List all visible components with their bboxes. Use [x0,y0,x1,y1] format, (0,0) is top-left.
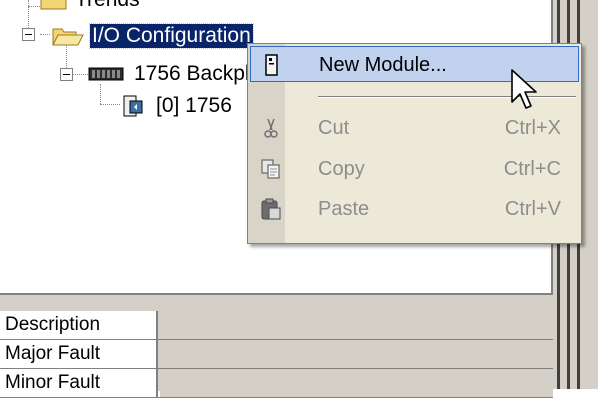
paste-icon [261,198,281,220]
collapse-toggle[interactable] [22,28,35,41]
menu-item-copy[interactable]: Copy Ctrl+C [250,151,579,187]
collapse-toggle[interactable] [60,68,73,81]
folder-open-icon [52,28,84,46]
menu-item-shortcut: Ctrl+C [503,158,561,180]
property-row-description[interactable]: Description [0,311,553,340]
tree-item-label: Trends [75,0,140,12]
menu-item-shortcut: Ctrl+V [504,198,561,220]
mouse-pointer-icon [511,69,537,109]
menu-item-paste[interactable]: Paste Ctrl+V [250,191,579,227]
menu-item-label: Paste [318,198,370,220]
folder-icon [40,0,67,9]
property-name: Major Fault [0,340,158,368]
module-icon [123,95,143,117]
menu-item-label: New Module... [319,54,447,76]
tree-item-label: [0] 1756 [156,94,232,117]
properties-grid: Description Major Fault Minor Fault [0,293,553,398]
property-value[interactable] [160,369,553,397]
tree-connector [72,74,88,75]
menu-item-shortcut: Ctrl+X [504,117,561,139]
new-module-icon [265,54,278,76]
backplane-icon [88,67,124,81]
property-name: Description [0,311,158,339]
property-name: Minor Fault [0,369,158,397]
scissors-icon [264,118,278,138]
tree-item-module-0[interactable]: [0] 1756 [122,92,232,120]
tree-connector [40,34,50,35]
menu-item-label: Copy [318,158,365,180]
tree-connector [100,104,120,105]
property-value[interactable] [160,311,553,339]
tree-item-trends[interactable]: Trends [40,0,140,14]
menu-item-label: Cut [318,117,350,139]
tree-item-io-configuration[interactable]: I/O Configuration [52,22,254,50]
property-row-major-fault[interactable]: Major Fault [0,340,553,369]
property-row-minor-fault[interactable]: Minor Fault [0,369,553,398]
copy-icon [261,159,280,179]
tree-item-label: I/O Configuration [89,23,254,49]
property-value[interactable] [160,340,553,368]
